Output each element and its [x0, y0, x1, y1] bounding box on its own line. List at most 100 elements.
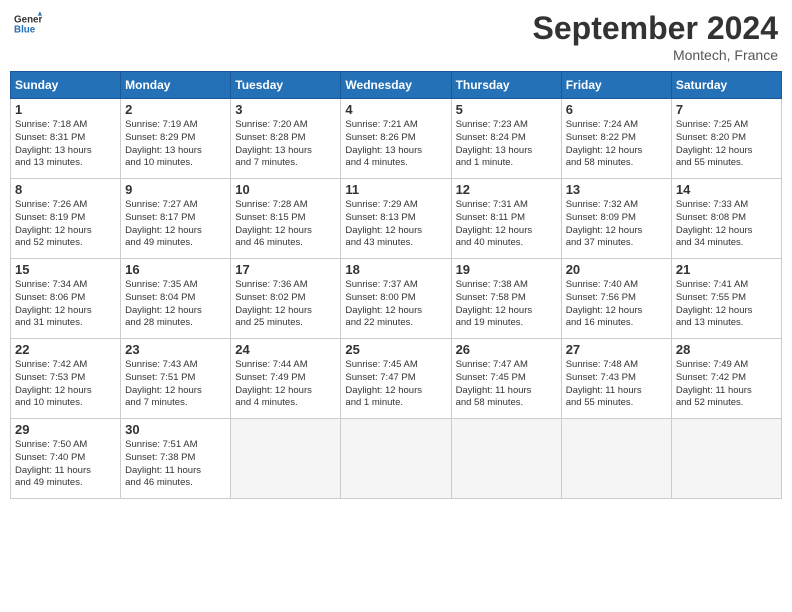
- day-number: 10: [235, 182, 336, 197]
- calendar-cell: 28Sunrise: 7:49 AM Sunset: 7:42 PM Dayli…: [671, 339, 781, 419]
- day-info: Sunrise: 7:45 AM Sunset: 7:47 PM Dayligh…: [345, 359, 446, 410]
- calendar-cell: 30Sunrise: 7:51 AM Sunset: 7:38 PM Dayli…: [121, 419, 231, 499]
- day-number: 16: [125, 262, 226, 277]
- day-number: 9: [125, 182, 226, 197]
- day-info: Sunrise: 7:36 AM Sunset: 8:02 PM Dayligh…: [235, 279, 336, 330]
- day-info: Sunrise: 7:41 AM Sunset: 7:55 PM Dayligh…: [676, 279, 777, 330]
- calendar-cell: 15Sunrise: 7:34 AM Sunset: 8:06 PM Dayli…: [11, 259, 121, 339]
- day-number: 7: [676, 102, 777, 117]
- calendar-table: Sunday Monday Tuesday Wednesday Thursday…: [10, 71, 782, 499]
- header-row: Sunday Monday Tuesday Wednesday Thursday…: [11, 72, 782, 99]
- day-info: Sunrise: 7:32 AM Sunset: 8:09 PM Dayligh…: [566, 199, 667, 250]
- day-info: Sunrise: 7:42 AM Sunset: 7:53 PM Dayligh…: [15, 359, 116, 410]
- day-info: Sunrise: 7:43 AM Sunset: 7:51 PM Dayligh…: [125, 359, 226, 410]
- day-info: Sunrise: 7:44 AM Sunset: 7:49 PM Dayligh…: [235, 359, 336, 410]
- day-info: Sunrise: 7:34 AM Sunset: 8:06 PM Dayligh…: [15, 279, 116, 330]
- day-info: Sunrise: 7:40 AM Sunset: 7:56 PM Dayligh…: [566, 279, 667, 330]
- day-number: 1: [15, 102, 116, 117]
- title-block: September 2024 Montech, France: [533, 10, 778, 63]
- calendar-cell: 27 Sunrise: 7:48 AM Sunset: 7:43 PM Dayli…: [561, 339, 671, 419]
- day-number: 19: [456, 262, 557, 277]
- svg-text:Blue: Blue: [14, 24, 36, 35]
- table-row: 8 Sunrise: 7:26 AM Sunset: 8:19 PM Daylig…: [11, 179, 782, 259]
- day-number: 12: [456, 182, 557, 197]
- table-row: 29 Sunrise: 7:50 AM Sunset: 7:40 PM Dayli…: [11, 419, 782, 499]
- day-info: Sunrise: 7:26 AM Sunset: 8:19 PM Dayligh…: [15, 199, 116, 250]
- calendar-cell: 21Sunrise: 7:41 AM Sunset: 7:55 PM Dayli…: [671, 259, 781, 339]
- calendar-cell: 2 Sunrise: 7:19 AM Sunset: 8:29 PM Daylig…: [121, 99, 231, 179]
- calendar-cell: [671, 419, 781, 499]
- day-number: 28: [676, 342, 777, 357]
- calendar-cell: 26 Sunrise: 7:47 AM Sunset: 7:45 PM Dayli…: [451, 339, 561, 419]
- calendar-cell: 12 Sunrise: 7:31 AM Sunset: 8:11 PM Dayli…: [451, 179, 561, 259]
- day-info: Sunrise: 7:25 AM Sunset: 8:20 PM Dayligh…: [676, 119, 777, 170]
- day-number: 25: [345, 342, 446, 357]
- page-header: General Blue September 2024 Montech, Fra…: [10, 10, 782, 63]
- calendar-cell: [231, 419, 341, 499]
- day-number: 4: [345, 102, 446, 117]
- day-info: Sunrise: 7:24 AM Sunset: 8:22 PM Dayligh…: [566, 119, 667, 170]
- calendar-cell: 3 Sunrise: 7:20 AM Sunset: 8:28 PM Daylig…: [231, 99, 341, 179]
- day-number: 3: [235, 102, 336, 117]
- day-info: Sunrise: 7:35 AM Sunset: 8:04 PM Dayligh…: [125, 279, 226, 330]
- day-number: 23: [125, 342, 226, 357]
- calendar-cell: [451, 419, 561, 499]
- day-number: 22: [15, 342, 116, 357]
- calendar-cell: [561, 419, 671, 499]
- day-info: Sunrise: 7:18 AM Sunset: 8:31 PM Dayligh…: [15, 119, 116, 170]
- month-title: September 2024: [533, 10, 778, 47]
- day-number: 8: [15, 182, 116, 197]
- day-info: Sunrise: 7:23 AM Sunset: 8:24 PM Dayligh…: [456, 119, 557, 170]
- day-info: Sunrise: 7:47 AM Sunset: 7:45 PM Dayligh…: [456, 359, 557, 410]
- calendar-cell: 10 Sunrise: 7:28 AM Sunset: 8:15 PM Dayli…: [231, 179, 341, 259]
- day-info: Sunrise: 7:48 AM Sunset: 7:43 PM Dayligh…: [566, 359, 667, 410]
- day-info: Sunrise: 7:28 AM Sunset: 8:15 PM Dayligh…: [235, 199, 336, 250]
- day-info: Sunrise: 7:50 AM Sunset: 7:40 PM Dayligh…: [15, 439, 116, 490]
- calendar-cell: 17 Sunrise: 7:36 AM Sunset: 8:02 PM Dayli…: [231, 259, 341, 339]
- calendar-cell: 22 Sunrise: 7:42 AM Sunset: 7:53 PM Dayli…: [11, 339, 121, 419]
- calendar-cell: 14 Sunrise: 7:33 AM Sunset: 8:08 PM Dayli…: [671, 179, 781, 259]
- day-info: Sunrise: 7:20 AM Sunset: 8:28 PM Dayligh…: [235, 119, 336, 170]
- day-info: Sunrise: 7:38 AM Sunset: 7:58 PM Dayligh…: [456, 279, 557, 330]
- table-row: 22 Sunrise: 7:42 AM Sunset: 7:53 PM Dayli…: [11, 339, 782, 419]
- day-number: 27: [566, 342, 667, 357]
- header-wednesday: Wednesday: [341, 72, 451, 99]
- day-info: Sunrise: 7:33 AM Sunset: 8:08 PM Dayligh…: [676, 199, 777, 250]
- header-thursday: Thursday: [451, 72, 561, 99]
- location: Montech, France: [533, 47, 778, 63]
- day-info: Sunrise: 7:27 AM Sunset: 8:17 PM Dayligh…: [125, 199, 226, 250]
- day-number: 6: [566, 102, 667, 117]
- calendar-cell: 20 Sunrise: 7:40 AM Sunset: 7:56 PM Dayli…: [561, 259, 671, 339]
- day-number: 14: [676, 182, 777, 197]
- calendar-cell: 9 Sunrise: 7:27 AM Sunset: 8:17 PM Daylig…: [121, 179, 231, 259]
- header-monday: Monday: [121, 72, 231, 99]
- calendar-cell: 8 Sunrise: 7:26 AM Sunset: 8:19 PM Daylig…: [11, 179, 121, 259]
- calendar-cell: [341, 419, 451, 499]
- calendar-cell: 7 Sunrise: 7:25 AM Sunset: 8:20 PM Daylig…: [671, 99, 781, 179]
- day-number: 20: [566, 262, 667, 277]
- calendar-cell: 29 Sunrise: 7:50 AM Sunset: 7:40 PM Dayli…: [11, 419, 121, 499]
- day-number: 17: [235, 262, 336, 277]
- day-info: Sunrise: 7:21 AM Sunset: 8:26 PM Dayligh…: [345, 119, 446, 170]
- calendar-cell: 23 Sunrise: 7:43 AM Sunset: 7:51 PM Dayli…: [121, 339, 231, 419]
- calendar-cell: 13 Sunrise: 7:32 AM Sunset: 8:09 PM Dayli…: [561, 179, 671, 259]
- calendar-cell: 11Sunrise: 7:29 AM Sunset: 8:13 PM Dayli…: [341, 179, 451, 259]
- calendar-cell: 16 Sunrise: 7:35 AM Sunset: 8:04 PM Dayli…: [121, 259, 231, 339]
- header-sunday: Sunday: [11, 72, 121, 99]
- day-number: 13: [566, 182, 667, 197]
- calendar-cell: 1 Sunrise: 7:18 AM Sunset: 8:31 PM Daylig…: [11, 99, 121, 179]
- header-tuesday: Tuesday: [231, 72, 341, 99]
- calendar-cell: 24Sunrise: 7:44 AM Sunset: 7:49 PM Dayli…: [231, 339, 341, 419]
- table-row: 15Sunrise: 7:34 AM Sunset: 8:06 PM Dayli…: [11, 259, 782, 339]
- logo: General Blue: [14, 10, 42, 38]
- day-number: 5: [456, 102, 557, 117]
- day-number: 2: [125, 102, 226, 117]
- calendar-cell: 19 Sunrise: 7:38 AM Sunset: 7:58 PM Dayli…: [451, 259, 561, 339]
- day-info: Sunrise: 7:31 AM Sunset: 8:11 PM Dayligh…: [456, 199, 557, 250]
- day-number: 18: [345, 262, 446, 277]
- table-row: 1 Sunrise: 7:18 AM Sunset: 8:31 PM Daylig…: [11, 99, 782, 179]
- day-number: 29: [15, 422, 116, 437]
- day-number: 30: [125, 422, 226, 437]
- day-number: 26: [456, 342, 557, 357]
- day-info: Sunrise: 7:19 AM Sunset: 8:29 PM Dayligh…: [125, 119, 226, 170]
